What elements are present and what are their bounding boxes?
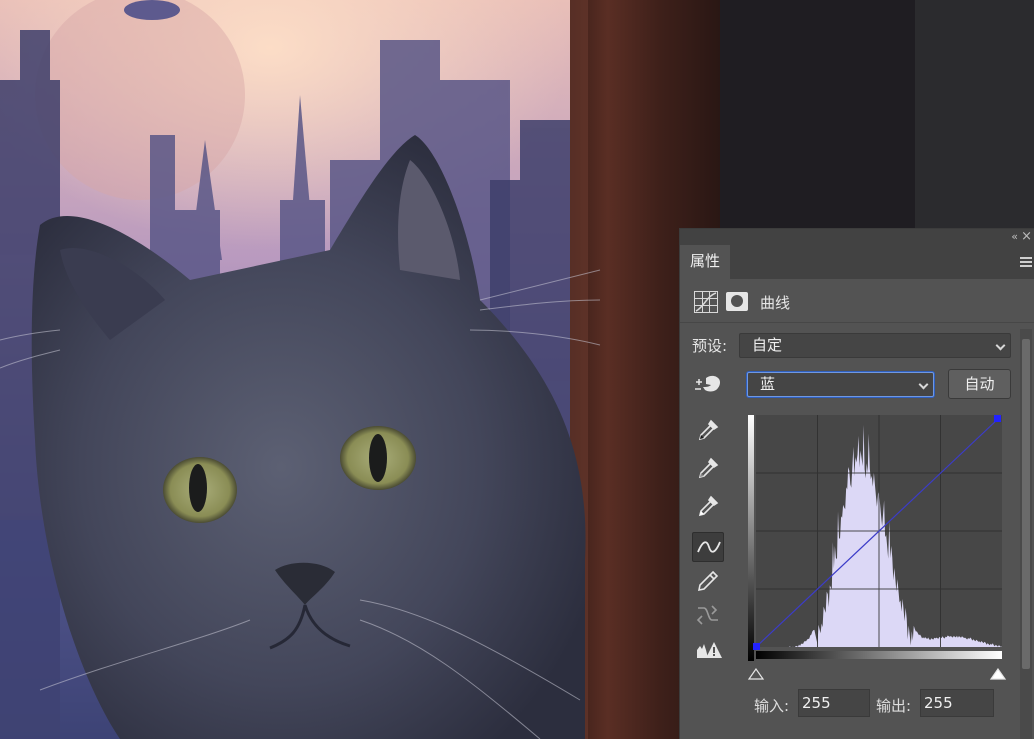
chevron-down-icon (918, 379, 929, 390)
layer-mask-icon[interactable] (726, 292, 748, 311)
preset-dropdown[interactable]: 自定 (739, 333, 1011, 358)
chevron-down-icon (995, 340, 1006, 351)
curve-endpoint-black (753, 643, 760, 650)
curves-graph[interactable] (748, 415, 1002, 661)
collapse-icon[interactable]: ‹‹ (1011, 230, 1018, 243)
adjustment-header: 曲线 (680, 279, 1034, 323)
preset-label: 预设: (692, 337, 728, 355)
tab-properties[interactable]: 属性 (680, 245, 730, 279)
input-gradient-bar (756, 651, 1002, 659)
preset-value: 自定 (752, 336, 783, 354)
point-curve-icon[interactable] (692, 532, 724, 562)
output-gradient-bar (748, 415, 754, 661)
gray-point-eyedropper-icon[interactable] (692, 453, 724, 483)
input-label: 输入: (754, 697, 790, 715)
properties-panel: ‹‹ × 属性 曲线 预设: 自定 蓝 自动 输入: 255 输出: 255 (679, 228, 1034, 739)
output-label: 输出: (876, 697, 912, 715)
panel-title-bar: ‹‹ × (680, 229, 1034, 245)
on-image-adjust-icon[interactable] (694, 372, 722, 396)
input-sliders[interactable] (748, 667, 1010, 685)
panel-scrollbar[interactable] (1020, 329, 1032, 739)
close-icon[interactable]: × (1021, 229, 1032, 244)
channel-value: 蓝 (760, 375, 776, 393)
black-point-eyedropper-icon[interactable] (692, 415, 724, 445)
pencil-icon[interactable] (692, 566, 724, 596)
channel-dropdown[interactable]: 蓝 (747, 372, 934, 397)
clipping-warning-icon[interactable] (692, 635, 724, 665)
panel-menu-icon[interactable] (1020, 257, 1032, 267)
auto-button[interactable]: 自动 (948, 369, 1011, 399)
panel-tab-bar: 属性 (680, 245, 1034, 279)
smooth-curve-icon[interactable] (692, 599, 724, 629)
white-point-eyedropper-icon[interactable] (692, 491, 724, 521)
output-value-field[interactable]: 255 (920, 689, 994, 717)
input-value-field[interactable]: 255 (798, 689, 870, 717)
curve-endpoint-white (994, 415, 1001, 422)
adjustment-title: 曲线 (760, 294, 791, 312)
curves-adjustment-icon[interactable] (694, 291, 718, 313)
scrollbar-thumb[interactable] (1022, 339, 1030, 669)
